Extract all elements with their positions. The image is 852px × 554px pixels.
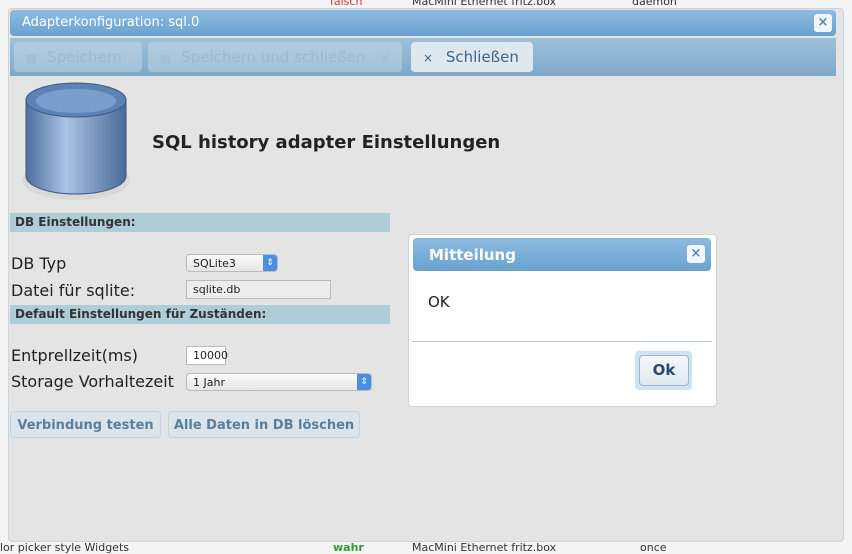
debounce-input[interactable]: 10000 (186, 346, 228, 365)
retention-value: 1 Jahr (193, 376, 225, 389)
save-close-label: Speichern und schließen (181, 48, 366, 66)
section-title: DB Einstellungen: (15, 215, 136, 229)
close-button[interactable]: × Schließen (411, 42, 533, 72)
default-settings-header: Default Einstellungen für Zuständen: (10, 305, 390, 324)
save-icon: ▤ (160, 52, 171, 65)
retention-select[interactable]: 1 Jahr ⇕ (186, 373, 372, 391)
section-title: Default Einstellungen für Zuständen: (15, 307, 267, 321)
message-dialog: Mitteilung × OK Ok (408, 234, 717, 407)
save-and-close-button[interactable]: ▤ Speichern und schließen × (148, 42, 402, 72)
bg-cell: falsch (330, 0, 363, 8)
sqlite-file-input[interactable]: sqlite.db (186, 280, 331, 299)
db-type-value: SQLite3 (193, 257, 236, 270)
divider (412, 341, 712, 342)
save-icon: ▤ (26, 52, 37, 65)
close-label: Schließen (445, 48, 519, 66)
db-type-label: DB Typ (11, 254, 67, 273)
test-connection-button[interactable]: Verbindung testen (10, 411, 161, 438)
dialog-message: OK (428, 293, 450, 311)
bg-cell: MacMini Ethernet fritz.box (412, 0, 557, 8)
dialog-close-button[interactable]: × (687, 245, 705, 263)
page-title: SQL history adapter Einstellungen (152, 132, 501, 153)
db-type-select[interactable]: SQLite3 ⇕ (186, 254, 278, 272)
window-titlebar[interactable]: Adapterkonfiguration: sql.0 × (10, 10, 836, 36)
ok-button-focus: Ok (635, 351, 692, 390)
window-title: Adapterkonfiguration: sql.0 (22, 15, 200, 30)
debounce-label: Entprellzeit(ms) (11, 346, 139, 365)
bg-cell: lor picker style Widgets (0, 541, 129, 554)
ok-button[interactable]: Ok (639, 355, 689, 386)
toolbar: ▤ Speichern ▤ Speichern und schließen × … (10, 38, 836, 76)
db-settings-header: DB Einstellungen: (10, 213, 390, 232)
database-icon (22, 82, 130, 200)
chevron-updown-icon: ⇕ (357, 374, 371, 390)
save-button[interactable]: ▤ Speichern (14, 42, 142, 72)
close-icon: × (380, 51, 391, 65)
bg-cell: MacMini Ethernet fritz.box (412, 541, 557, 554)
delete-all-data-button[interactable]: Alle Daten in DB löschen (168, 411, 360, 438)
bg-cell: once (640, 541, 667, 554)
dialog-title: Mitteilung (429, 246, 516, 264)
save-label: Speichern (47, 48, 123, 66)
bg-cell: wahr (333, 541, 364, 554)
window-close-button[interactable]: × (814, 14, 832, 32)
retention-label: Storage Vorhaltezeit (11, 372, 174, 391)
bg-cell: daemon (632, 0, 677, 8)
sqlite-file-label: Datei für sqlite: (11, 281, 136, 300)
close-icon: × (423, 51, 434, 65)
chevron-updown-icon: ⇕ (263, 255, 277, 271)
dialog-titlebar[interactable]: Mitteilung × (413, 238, 711, 271)
